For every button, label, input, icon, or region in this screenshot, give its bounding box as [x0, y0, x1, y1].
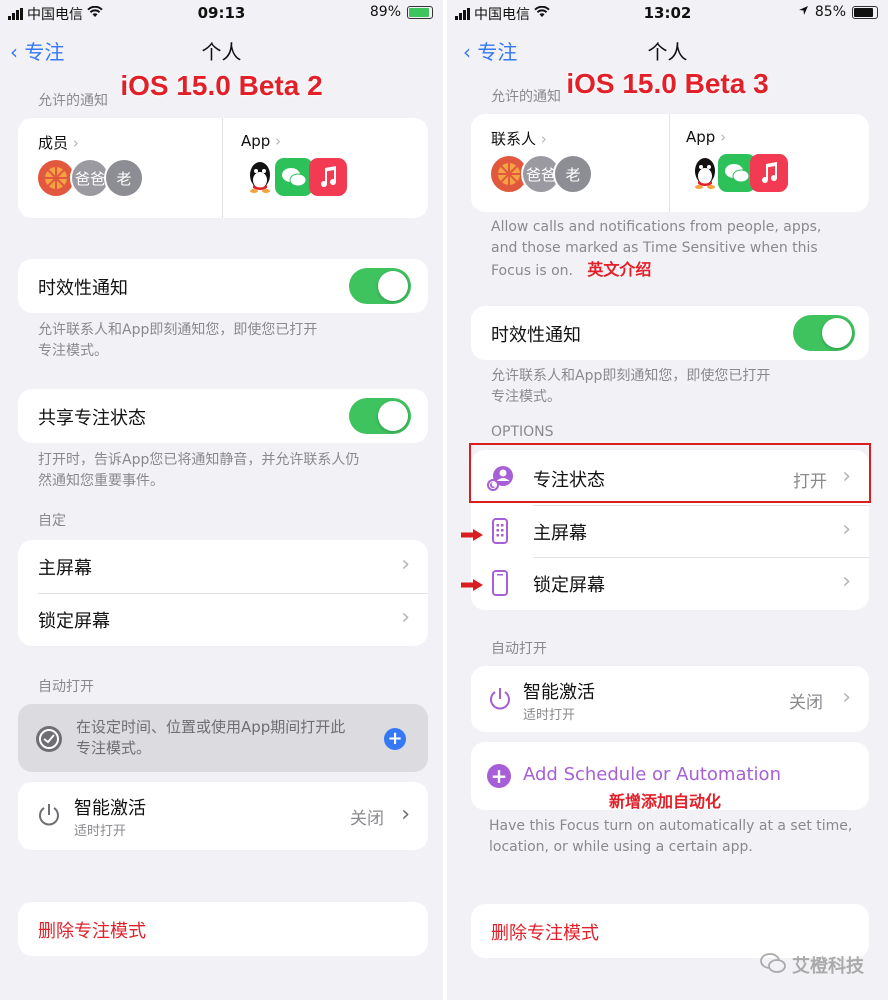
lock-screen-label: 锁定屏幕 — [533, 575, 605, 596]
allowed-notifications-card: 联系人 › 爸爸 老 App › — [471, 114, 869, 212]
smart-activation-subtitle: 适时打开 — [523, 708, 576, 723]
schedule-description: 在设定时间、位置或使用App期间打开此 专注模式。 — [76, 718, 346, 757]
watermark: 艾橙科技 — [760, 952, 864, 978]
version-overlay-title: iOS 15.0 Beta 3 — [566, 68, 769, 99]
battery-icon — [852, 5, 878, 19]
smart-activation-subtitle: 适时打开 — [74, 824, 127, 839]
page-title: 个人 — [647, 40, 688, 64]
chevron-right-icon: › — [72, 134, 79, 152]
avatar: 老 — [104, 158, 144, 198]
smart-activation-row[interactable]: 智能激活 适时打开 关闭 › — [471, 666, 869, 732]
chevron-right-icon: › — [401, 605, 410, 630]
time-sensitive-row: 时效性通知 — [18, 259, 428, 313]
time-sensitive-row: 时效性通知 — [471, 306, 869, 360]
smart-activation-title: 智能激活 — [523, 682, 595, 703]
battery-charging-icon — [407, 5, 433, 19]
section-header-auto-on: 自动打开 — [38, 679, 94, 695]
time-sensitive-help: 允许联系人和App即刻通知您，即使您已打开 专注模式。 — [491, 368, 771, 405]
add-schedule-row[interactable]: + Add Schedule or Automation 新增添加自动化 — [471, 742, 869, 810]
power-icon — [487, 686, 513, 716]
people-tile[interactable]: 联系人 › 爸爸 老 — [471, 114, 669, 212]
right-phone-screenshot: 中国电信 13:02 85% ‹ 专注 个人 允许的通知 iOS 15.0 Be… — [447, 0, 888, 1000]
apps-label: App — [686, 128, 716, 146]
section-header-options: OPTIONS — [491, 424, 554, 440]
delete-focus-row[interactable]: 删除专注模式 — [18, 902, 428, 956]
time-sensitive-help: 允许联系人和App即刻通知您，即使您已打开 专注模式。 — [38, 322, 318, 359]
chevron-right-icon: › — [540, 130, 547, 148]
annotation-arrow-icon — [461, 576, 483, 591]
share-focus-status-label: 共享专注状态 — [38, 408, 146, 429]
share-focus-status-help: 打开时，告诉App您已将通知静音，并允许联系人仍 然通知您重要事件。 — [38, 452, 360, 489]
chevron-right-icon: › — [842, 685, 851, 710]
apps-tile[interactable]: App › — [223, 118, 428, 218]
customize-card: 主屏幕 › 锁定屏幕 › — [18, 540, 428, 646]
annotation-highlight-box — [469, 443, 871, 503]
plus-circle-icon[interactable]: + — [384, 728, 406, 750]
music-app-icon — [309, 158, 347, 196]
location-arrow-icon — [798, 4, 809, 20]
smart-activation-value: 关闭 — [350, 809, 384, 829]
power-icon — [36, 802, 62, 832]
battery-percent: 85% — [814, 4, 846, 20]
chevron-right-icon: › — [401, 802, 410, 827]
home-screen-row[interactable]: 主屏幕 › — [471, 505, 869, 557]
annotation-english-intro: 英文介绍 — [587, 260, 652, 279]
music-app-icon — [750, 154, 788, 192]
annotation-arrow-icon — [461, 526, 483, 541]
add-schedule-label: Add Schedule or Automation — [523, 764, 781, 785]
home-screen-phone-icon — [492, 518, 508, 548]
apps-label: App — [241, 132, 271, 150]
share-focus-status-toggle[interactable] — [349, 398, 411, 434]
qq-app-icon — [241, 158, 279, 196]
share-focus-status-row: 共享专注状态 — [18, 389, 428, 443]
people-label: 成员 — [38, 134, 69, 152]
battery-percent: 89% — [369, 4, 401, 20]
section-header-auto-on: 自动打开 — [491, 641, 547, 657]
lock-screen-row[interactable]: 锁定屏幕 › — [471, 557, 869, 610]
section-header-allowed: 允许的通知 — [38, 93, 108, 109]
home-screen-row[interactable]: 主屏幕 › — [18, 540, 428, 593]
status-bar: 中国电信 13:02 85% — [447, 0, 888, 26]
wechat-app-icon — [275, 158, 313, 196]
chevron-right-icon: › — [720, 128, 727, 146]
delete-focus-label: 删除专注模式 — [38, 921, 146, 942]
home-screen-label: 主屏幕 — [533, 523, 587, 544]
plus-circle-icon: + — [487, 764, 511, 788]
time-sensitive-toggle[interactable] — [349, 268, 411, 304]
lock-screen-phone-icon — [492, 570, 508, 600]
delete-focus-row[interactable]: 删除专注模式 — [471, 904, 869, 958]
apps-tile[interactable]: App › — [670, 114, 869, 212]
avatar: 老 — [553, 154, 593, 194]
delete-focus-label: 删除专注模式 — [491, 923, 599, 944]
allowed-notifications-help: Allow calls and notifications from peopl… — [491, 219, 822, 279]
chevron-right-icon: › — [401, 552, 410, 577]
lock-screen-row[interactable]: 锁定屏幕 › — [18, 593, 428, 646]
home-screen-label: 主屏幕 — [38, 558, 92, 579]
section-header-customize: 自定 — [38, 513, 66, 529]
chevron-right-icon: › — [842, 517, 851, 542]
watermark-text: 艾橙科技 — [792, 956, 864, 977]
time-sensitive-toggle[interactable] — [793, 315, 855, 351]
auto-help: Have this Focus turn on automatically at… — [489, 818, 853, 855]
annotation-add-automation: 新增添加自动化 — [609, 792, 722, 810]
add-schedule-row[interactable]: 在设定时间、位置或使用App期间打开此 专注模式。 + — [18, 704, 428, 772]
left-phone-screenshot: 中国电信 09:13 89% ‹ 专注 个人 iOS 15.0 Beta 2 允… — [0, 0, 443, 1000]
time-sensitive-label: 时效性通知 — [491, 325, 581, 346]
page-title: 个人 — [201, 40, 242, 64]
chevron-right-icon: › — [842, 569, 851, 594]
chevron-right-icon: › — [275, 132, 282, 150]
status-bar: 中国电信 09:13 89% — [0, 0, 443, 26]
wechat-logo-icon — [760, 952, 786, 978]
allowed-notifications-card: 成员 › 爸爸 老 App › — [18, 118, 428, 218]
clock-check-icon — [36, 726, 62, 752]
contacts-label: 联系人 — [491, 130, 537, 148]
lock-screen-label: 锁定屏幕 — [38, 611, 110, 632]
time-sensitive-label: 时效性通知 — [38, 278, 128, 299]
smart-activation-value: 关闭 — [789, 693, 823, 713]
smart-activation-title: 智能激活 — [74, 798, 146, 819]
smart-activation-row[interactable]: 智能激活 适时打开 关闭 › — [18, 782, 428, 850]
people-tile[interactable]: 成员 › 爸爸 老 — [18, 118, 222, 218]
